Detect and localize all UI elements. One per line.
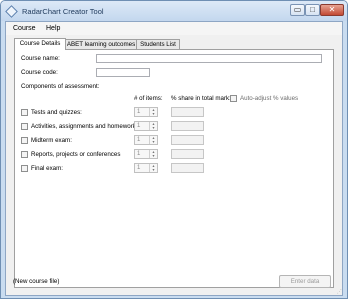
items-value-tests: 1 [137,109,141,115]
component-label-reports: Reports, projects or conferences [31,151,121,158]
items-value-activities: 1 [137,123,141,129]
share-input-final[interactable] [171,163,204,173]
share-column-header: % share in total mark: [171,95,231,102]
items-stepper-final[interactable]: 1 ▲ ▼ [134,163,158,173]
auto-adjust-checkbox[interactable] [230,95,237,102]
items-value-reports: 1 [137,151,141,157]
share-input-midterm[interactable] [171,135,204,145]
items-stepper-reports[interactable]: 1 ▲ ▼ [134,149,158,159]
component-checkbox-midterm[interactable] [21,137,28,144]
client-area: Course Help Course Details ABET learning… [5,21,343,296]
auto-adjust-label: Auto-adjust % values [240,95,299,102]
component-label-final: Final exam: [31,165,63,172]
items-stepper-activities[interactable]: 1 ▲ ▼ [134,121,158,131]
minimize-button[interactable]: ▭ [290,4,305,16]
components-label: Components of assessment: [21,83,100,90]
course-details-panel: Course name: Course code: Components of … [14,49,334,288]
share-input-tests[interactable] [171,107,204,117]
enter-data-button[interactable]: Enter data [279,275,331,288]
spin-arrows-icon[interactable]: ▲ ▼ [149,150,157,158]
component-checkbox-activities[interactable] [21,123,28,130]
spin-arrows-icon[interactable]: ▲ ▼ [149,136,157,144]
spin-arrows-icon[interactable]: ▲ ▼ [149,108,157,116]
share-input-reports[interactable] [171,149,204,159]
close-button[interactable]: ✕ [320,4,344,16]
maximize-button[interactable]: □ [305,4,320,16]
tab-students-list[interactable]: Students List [136,39,180,49]
app-logo-icon [5,5,18,18]
menu-bar: Course Help [6,22,342,35]
window-title: RadarChart Creator Tool [22,7,104,16]
course-code-input[interactable] [96,68,150,77]
component-checkbox-reports[interactable] [21,151,28,158]
component-label-midterm: Midterm exam: [31,137,72,144]
items-value-midterm: 1 [137,137,141,143]
course-name-label: Course name: [21,55,60,62]
component-label-activities: Activities, assignments and homeworks: [31,123,141,130]
tab-course-details[interactable]: Course Details [14,38,66,50]
share-input-activities[interactable] [171,121,204,131]
component-label-tests: Tests and quizzes: [31,109,82,116]
items-stepper-tests[interactable]: 1 ▲ ▼ [134,107,158,117]
menu-course[interactable]: Course [13,25,36,32]
spin-arrows-icon[interactable]: ▲ ▼ [149,122,157,130]
course-code-label: Course code: [21,69,58,76]
title-bar[interactable]: RadarChart Creator Tool ▭ □ ✕ [1,1,347,21]
menu-help[interactable]: Help [46,25,60,32]
tab-abet-outcomes[interactable]: ABET learning outcomes [65,39,137,49]
resize-grip-icon[interactable]: ⋰ [337,289,343,295]
course-name-input[interactable] [96,54,322,63]
spin-arrows-icon[interactable]: ▲ ▼ [149,164,157,172]
items-value-final: 1 [137,165,141,171]
app-window: RadarChart Creator Tool ▭ □ ✕ Course Hel… [0,0,348,299]
component-checkbox-final[interactable] [21,165,28,172]
items-stepper-midterm[interactable]: 1 ▲ ▼ [134,135,158,145]
status-text: (New course file) [13,278,60,285]
items-column-header: # of items: [134,95,163,102]
component-checkbox-tests[interactable] [21,109,28,116]
